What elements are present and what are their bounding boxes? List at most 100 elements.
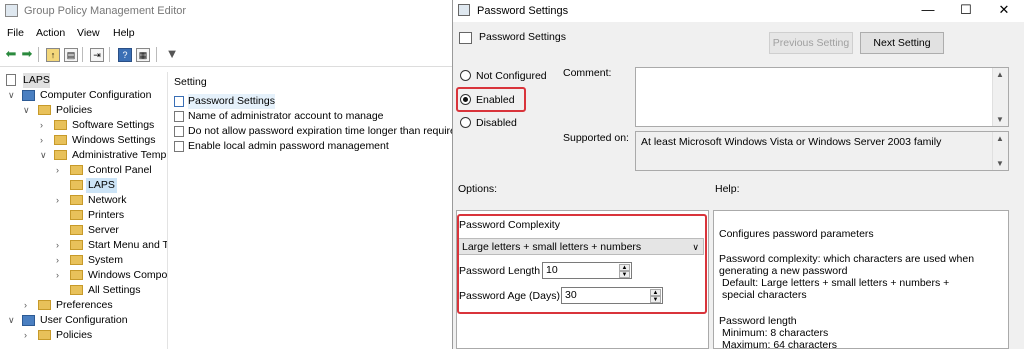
folder-icon: [70, 255, 83, 265]
supported-scrollbar[interactable]: ▲ ▼: [992, 132, 1008, 170]
comment-field[interactable]: ▲ ▼: [635, 67, 1009, 127]
policy-doc-icon: [6, 74, 16, 86]
help-scrollbar[interactable]: [1010, 210, 1024, 349]
options-highlight-box: [457, 214, 707, 314]
filter-icon[interactable]: ▼: [164, 46, 180, 62]
chevron-right-icon[interactable]: ›: [40, 133, 50, 148]
tree-item-software-settings[interactable]: › Software Settings: [2, 118, 162, 133]
user-icon: [22, 315, 35, 326]
policy-dialog-icon: [458, 4, 470, 16]
forward-icon[interactable]: ➡: [19, 46, 35, 62]
folder-up-icon[interactable]: ↑: [46, 48, 60, 62]
toolbar: ⬅ ➡ ↑ ▤ ⇥ ? ▦ ▼: [0, 44, 452, 67]
comment-label: Comment:: [563, 67, 612, 79]
chevron-right-icon[interactable]: ›: [56, 193, 66, 208]
help-length-max: Maximum: 64 characters: [722, 339, 837, 349]
comment-scrollbar[interactable]: ▲ ▼: [992, 68, 1008, 126]
folder-icon: [70, 165, 83, 175]
scroll-down-icon[interactable]: ▼: [996, 159, 1004, 168]
minimize-icon[interactable]: —: [909, 0, 947, 22]
next-setting-button[interactable]: Next Setting: [860, 32, 944, 54]
menu-file[interactable]: File: [7, 27, 24, 39]
policy-setting-icon: [174, 141, 184, 152]
setting-row-password-settings[interactable]: Password Settings: [172, 94, 452, 109]
tree-item-printers[interactable]: Printers: [2, 208, 162, 223]
chevron-right-icon[interactable]: ›: [24, 298, 34, 313]
tree-item-server[interactable]: Server: [2, 223, 162, 238]
gpme-window: Group Policy Management Editor File Acti…: [0, 0, 452, 349]
tree-item-all-settings[interactable]: All Settings: [2, 283, 162, 298]
help-intro: Configures password parameters: [719, 228, 874, 240]
help-complexity-default: Default: Large letters + small letters +…: [722, 277, 950, 301]
supported-on-field: At least Microsoft Windows Vista or Wind…: [635, 131, 1009, 171]
help-complexity: Password complexity: which characters ar…: [719, 253, 975, 277]
tree-item-control-panel[interactable]: › Control Panel: [2, 163, 162, 178]
scroll-up-icon[interactable]: ▲: [996, 70, 1004, 79]
previous-setting-button[interactable]: Previous Setting: [769, 32, 853, 54]
setting-heading: Password Settings: [479, 31, 566, 43]
tree-item-laps-root[interactable]: LAPS: [2, 73, 62, 88]
policy-setting-icon: [174, 126, 184, 137]
tree-item-laps[interactable]: LAPS: [2, 178, 162, 193]
chevron-right-icon[interactable]: ›: [24, 328, 34, 343]
policy-setting-icon: [174, 96, 184, 107]
dialog-title: Password Settings: [477, 5, 569, 17]
policy-tree: LAPS ∨ Computer Configuration ∨ Policies…: [0, 72, 168, 349]
folder-icon: [38, 300, 51, 310]
chevron-down-icon[interactable]: ∨: [8, 313, 18, 328]
show-hide-tree-icon[interactable]: ▤: [64, 48, 78, 62]
enabled-highlight-box: [456, 87, 526, 112]
tree-item-network[interactable]: › Network: [2, 193, 162, 208]
settings-column-header[interactable]: Setting: [174, 76, 207, 88]
tree-item-computer-configuration[interactable]: ∨ Computer Configuration: [2, 88, 162, 103]
tree-item-policies[interactable]: ∨ Policies: [2, 103, 162, 118]
folder-icon: [54, 150, 67, 160]
tree-item-user-policies[interactable]: › Policies: [2, 328, 162, 343]
tree-item-windows-settings[interactable]: › Windows Settings: [2, 133, 162, 148]
tree-item-user-configuration[interactable]: ∨ User Configuration: [2, 313, 162, 328]
menu-help[interactable]: Help: [113, 27, 135, 39]
tree-item-preferences[interactable]: › Preferences: [2, 298, 162, 313]
editor-title: Group Policy Management Editor: [24, 5, 187, 17]
setting-row-admin-account-name[interactable]: Name of administrator account to manage: [172, 109, 452, 124]
chevron-down-icon[interactable]: ∨: [40, 148, 50, 163]
menu-view[interactable]: View: [77, 27, 100, 39]
computer-icon: [22, 90, 35, 101]
chevron-down-icon[interactable]: ∨: [23, 103, 33, 118]
tree-item-administrative-templates[interactable]: ∨ Administrative Temp: [2, 148, 167, 163]
export-icon[interactable]: ⇥: [90, 48, 104, 62]
scroll-up-icon[interactable]: ▲: [996, 134, 1004, 143]
chevron-right-icon[interactable]: ›: [40, 118, 50, 133]
tree-item-windows-components[interactable]: › Windows Compo: [2, 268, 167, 283]
maximize-icon[interactable]: ☐: [947, 0, 985, 22]
tree-item-system[interactable]: › System: [2, 253, 162, 268]
chevron-right-icon[interactable]: ›: [56, 163, 66, 178]
radio-circle: [460, 70, 471, 81]
editor-titlebar[interactable]: Group Policy Management Editor: [0, 0, 452, 22]
setting-row-enable-local-admin[interactable]: Enable local admin password management: [172, 139, 452, 154]
menu-action[interactable]: Action: [36, 27, 65, 39]
radio-circle: [460, 117, 471, 128]
folder-icon: [38, 105, 51, 115]
chevron-right-icon[interactable]: ›: [56, 268, 66, 283]
back-icon[interactable]: ⬅: [3, 46, 19, 62]
folder-icon: [38, 330, 51, 340]
help-length-min: Minimum: 8 characters: [722, 327, 829, 339]
scroll-down-icon[interactable]: ▼: [996, 115, 1004, 124]
dialog-titlebar[interactable]: Password Settings — ☐ ✕: [453, 0, 1024, 22]
help-length-heading: Password length: [719, 315, 797, 327]
folder-icon: [70, 270, 83, 280]
chevron-down-icon[interactable]: ∨: [8, 88, 18, 103]
chevron-right-icon[interactable]: ›: [56, 253, 66, 268]
radio-disabled[interactable]: Disabled: [460, 115, 530, 131]
close-icon[interactable]: ✕: [985, 0, 1023, 22]
radio-not-configured[interactable]: Not Configured: [460, 68, 555, 84]
tree-item-start-menu[interactable]: › Start Menu and T: [2, 238, 167, 253]
properties-icon[interactable]: ▦: [136, 48, 150, 62]
setting-row-password-expiration[interactable]: Do not allow password expiration time lo…: [172, 124, 452, 139]
policy-setting-icon: [174, 111, 184, 122]
gpme-app-icon: [5, 4, 18, 17]
help-icon[interactable]: ?: [118, 48, 132, 62]
chevron-right-icon[interactable]: ›: [56, 238, 66, 253]
folder-icon: [54, 135, 67, 145]
